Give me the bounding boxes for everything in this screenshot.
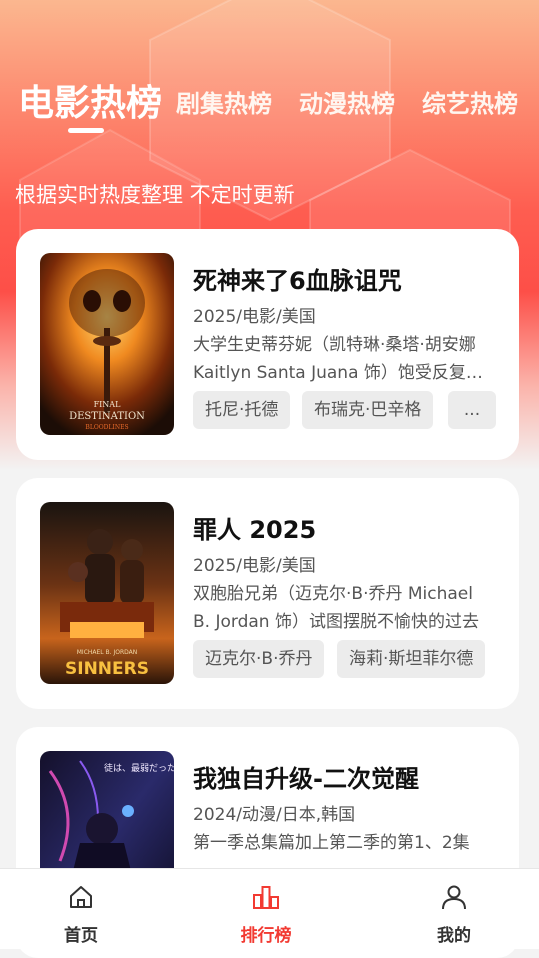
poster-1-text-c: BLOODLINES	[85, 424, 128, 431]
card-3-title: 我独自升级-二次觉醒	[193, 765, 419, 793]
poster-3-text-a: 徒は、最弱だった	[104, 762, 174, 774]
user-icon	[442, 885, 466, 910]
poster-1-text-b: DESTINATION	[69, 411, 145, 422]
card-2-meta: 2025/电影/美国	[193, 556, 316, 576]
tab-series-ranking[interactable]: 剧集热榜	[176, 84, 272, 119]
card-1-meta: 2025/电影/美国	[193, 307, 316, 327]
nav-profile-label: 我的	[437, 926, 471, 946]
card-1-title: 死神来了6血脉诅咒	[193, 267, 402, 295]
cast-tag[interactable]: 迈克尔·B·乔丹	[193, 640, 325, 678]
ranking-card-1[interactable]: FINAL DESTINATION BLOODLINES 死神来了6血脉诅咒 2…	[16, 229, 519, 460]
nav-profile[interactable]: 我的	[404, 869, 504, 949]
card-3-description: 第一季总集篇加上第二季的第1、2集	[193, 833, 470, 853]
card-2-description: 双胞胎兄弟（迈克尔·B·乔丹 Michael B. Jordan 饰）试图摆脱不…	[193, 584, 479, 632]
bottom-navigation: 首页 排行榜 我的	[0, 868, 539, 949]
card-3-meta: 2024/动漫/日本,韩国	[193, 805, 356, 825]
nav-ranking[interactable]: 排行榜	[216, 869, 316, 949]
cast-tag[interactable]: 布瑞克·巴辛格	[302, 391, 434, 429]
tab-variety-ranking[interactable]: 综艺热榜	[422, 84, 518, 119]
tab-anime-ranking[interactable]: 动漫热榜	[299, 84, 395, 119]
poster-1-text-a: FINAL	[94, 400, 121, 409]
cast-tag[interactable]: 海莉·斯坦菲尔德	[337, 640, 486, 678]
card-1-description: 大学生史蒂芬妮（凯特琳·桑塔·胡安娜 Kaitlyn Santa Juana 饰…	[193, 335, 483, 383]
ranking-card-2[interactable]: MICHAEL B. JORDAN SINNERS 罪人 2025 2025/电…	[16, 478, 519, 709]
ranking-subtitle: 根据实时热度整理 不定时更新	[15, 183, 295, 207]
poster-image-2: MICHAEL B. JORDAN SINNERS	[40, 502, 174, 684]
ranking-chart-icon	[253, 886, 279, 909]
poster-2-text-b: SINNERS	[65, 659, 149, 679]
nav-home[interactable]: 首页	[31, 869, 131, 949]
active-tab-indicator	[68, 128, 104, 133]
more-tags[interactable]: ...	[448, 391, 496, 429]
cast-tag[interactable]: 托尼·托德	[193, 391, 291, 429]
poster-image-1: FINAL DESTINATION BLOODLINES	[40, 253, 174, 435]
poster-2-text-a: MICHAEL B. JORDAN	[77, 649, 138, 656]
tab-movie-ranking[interactable]: 电影热榜	[18, 74, 162, 126]
nav-ranking-label: 排行榜	[240, 926, 292, 946]
home-icon	[70, 886, 92, 908]
card-2-title: 罪人 2025	[193, 516, 317, 544]
nav-home-label: 首页	[64, 926, 98, 946]
